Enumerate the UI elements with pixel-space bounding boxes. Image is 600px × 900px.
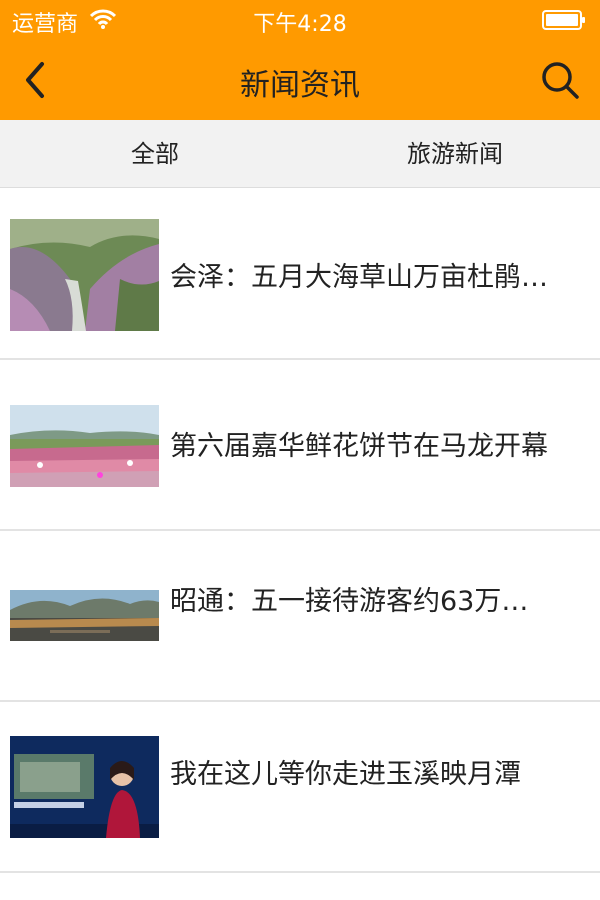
status-time: 下午4:28 xyxy=(253,12,347,37)
tab-travel-news[interactable]: 旅游新闻 xyxy=(360,120,550,188)
news-title: 会泽：五月大海草山万亩杜鹃… xyxy=(170,262,548,293)
news-title: 昭通：五一接待游客约63万… xyxy=(170,586,529,617)
news-item[interactable]: 昭通：五一接待游客约63万… xyxy=(0,531,600,702)
news-thumbnail xyxy=(10,736,159,838)
top-bar: 运营商 下午4:28 新闻资讯 xyxy=(0,0,600,120)
news-title: 第六届嘉华鲜花饼节在马龙开幕 xyxy=(170,431,548,462)
news-item[interactable]: 会泽：五月大海草山万亩杜鹃… xyxy=(0,189,600,360)
news-item[interactable]: 第六届嘉华鲜花饼节在马龙开幕 xyxy=(0,360,600,531)
news-title: 我在这儿等你走进玉溪映月潭 xyxy=(170,759,521,790)
search-icon[interactable] xyxy=(538,58,582,102)
status-bar: 运营商 下午4:28 xyxy=(0,0,600,40)
news-thumbnail xyxy=(10,590,159,641)
category-tabs: 全部 旅游新闻 xyxy=(0,120,600,188)
page-title: 新闻资讯 xyxy=(240,68,360,103)
nav-bar: 新闻资讯 xyxy=(0,40,600,120)
news-item[interactable]: 我在这儿等你走进玉溪映月潭 xyxy=(0,702,600,873)
news-thumbnail xyxy=(10,219,159,331)
news-thumbnail xyxy=(10,405,159,487)
battery-icon xyxy=(542,10,585,30)
news-list: 会泽：五月大海草山万亩杜鹃… 第六届嘉华鲜花饼节在马龙开幕 昭通：五一接待游客约… xyxy=(0,189,600,873)
tab-all[interactable]: 全部 xyxy=(60,120,250,188)
